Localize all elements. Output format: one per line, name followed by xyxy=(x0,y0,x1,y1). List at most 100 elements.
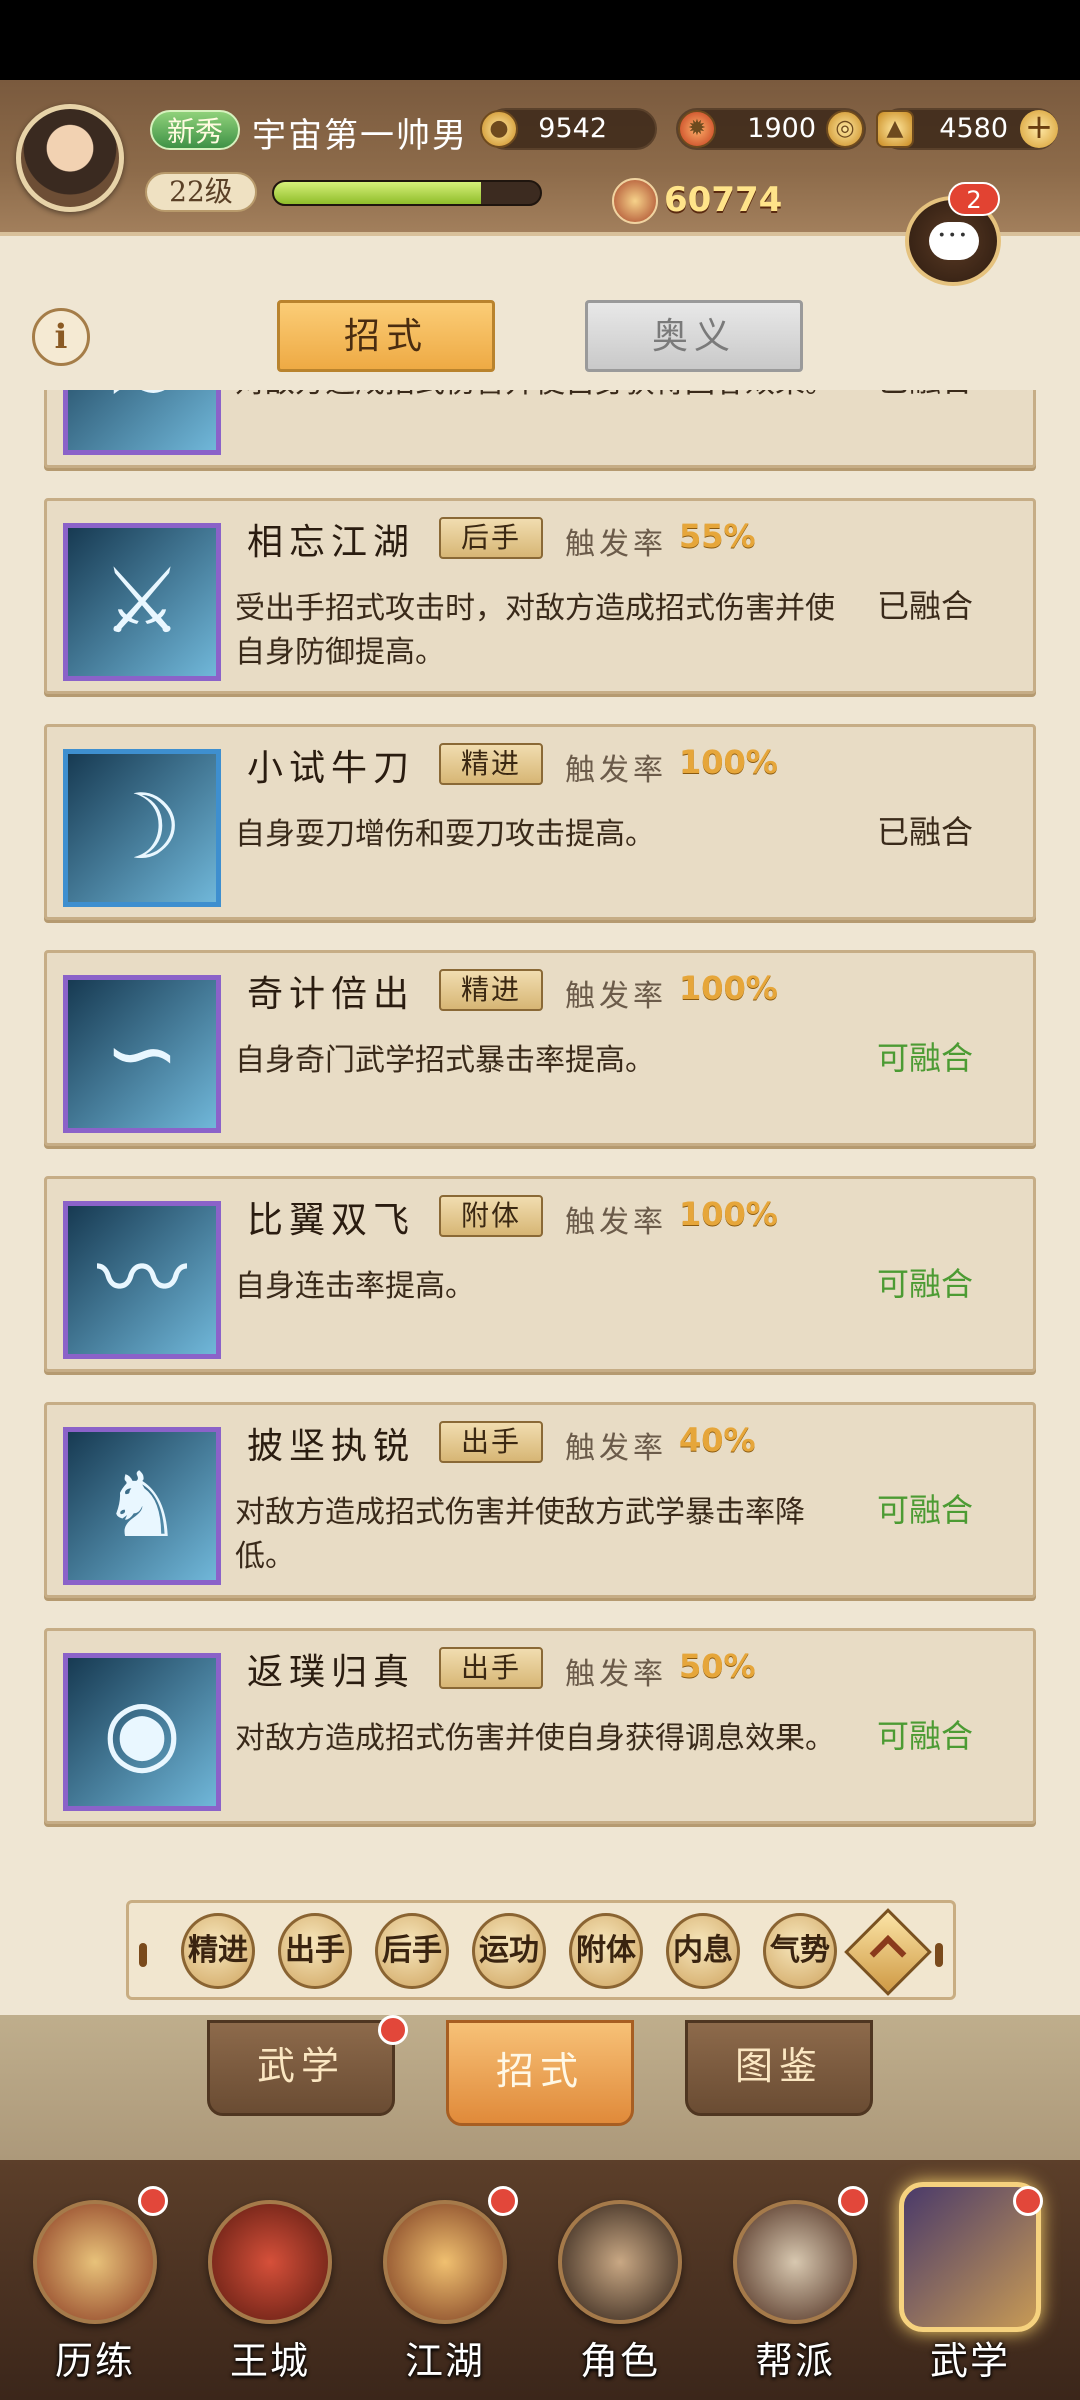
filter-chip[interactable]: 附体 xyxy=(569,1913,643,1989)
fusion-status: 已融合 xyxy=(877,813,974,851)
nav-label: 江湖 xyxy=(404,2339,485,2383)
spirit-value: 1900 xyxy=(747,113,816,144)
nav-label: 武学 xyxy=(929,2339,1010,2383)
skill-name: 奇计倍出 xyxy=(247,974,416,1015)
filter-chip[interactable]: 精进 xyxy=(181,1913,255,1989)
skill-card[interactable]: ◉ 返璞归真 出手 触发率 50% 对敌方造成招式伤害并使自身获得调息效果。 可… xyxy=(44,1628,1036,1824)
flame-icon: ✹ xyxy=(678,110,716,148)
skill-type-tag: 后手 xyxy=(439,517,543,559)
trigger-rate-label: 触发率 xyxy=(565,527,667,562)
trigger-rate-value: 50% xyxy=(679,1647,756,1685)
skill-description: 受出手招式攻击时，对敌方造成招式伤害并使自身防御提高。 xyxy=(235,591,835,670)
exp-bar xyxy=(272,180,542,206)
nav-item[interactable]: 历练 xyxy=(20,2182,170,2392)
rank-badge: 新秀 xyxy=(150,110,240,150)
trigger-rate-value: 55% xyxy=(679,517,756,555)
notification-dot xyxy=(378,2015,408,2045)
tab-mysteries[interactable]: 奥义 xyxy=(585,300,803,372)
exp-bar-fill xyxy=(274,182,482,204)
filter-chip[interactable]: 内息 xyxy=(666,1913,740,1989)
skill-description: 自身奇门武学招式暴击率提高。 xyxy=(235,1043,655,1078)
nav-item[interactable]: 王城 xyxy=(195,2182,345,2392)
skill-card[interactable]: ♞ 披坚执锐 出手 触发率 40% 对敌方造成招式伤害并使敌方武学暴击率降低。 … xyxy=(44,1402,1036,1598)
notification-dot xyxy=(1013,2186,1043,2216)
nav-item[interactable]: 武学 xyxy=(895,2182,1045,2392)
fusion-status[interactable]: 可融合 xyxy=(877,1259,973,1305)
filter-chip[interactable]: 出手 xyxy=(278,1913,352,1989)
trigger-rate-value: 100% xyxy=(679,969,778,1007)
skill-list[interactable]: ≈ 如水长流 出手 触发率 60% 对敌方造成招式伤害并使自身获得回春效果。 已… xyxy=(0,390,1080,1872)
fusion-status[interactable]: 可融合 xyxy=(877,1485,973,1531)
skill-glyph: ⚔ xyxy=(101,549,183,654)
skill-type-tag: 出手 xyxy=(439,1647,543,1689)
skill-glyph: ♞ xyxy=(101,1453,183,1558)
trigger-rate-value: 100% xyxy=(679,1195,778,1233)
wing-icon: 〰 xyxy=(63,1201,221,1359)
add-gold-button[interactable]: + xyxy=(1020,110,1058,148)
skill-glyph: ≈ xyxy=(68,390,216,450)
nav-label: 历练 xyxy=(54,2339,135,2383)
gold-value: 4580 xyxy=(939,113,1008,144)
filter-bar: 精进 出手 后手 运功 附体 内息 气势 xyxy=(126,1900,956,2000)
nav-label: 角色 xyxy=(579,2339,660,2383)
coin-value: 9542 xyxy=(538,113,607,144)
player-avatar[interactable] xyxy=(16,104,124,212)
tab-moves[interactable]: 招式 xyxy=(277,300,495,372)
player-level: 22级 xyxy=(145,172,257,212)
skill-glyph: ☽ xyxy=(101,775,183,880)
chat-badge: 2 xyxy=(948,182,1000,216)
skill-name: 返璞归真 xyxy=(247,1652,416,1693)
chat-icon xyxy=(929,218,979,260)
skill-name: 小试牛刀 xyxy=(247,748,416,789)
filter-chip[interactable]: 气势 xyxy=(763,1913,837,1989)
armored-warrior-icon: ♞ xyxy=(63,1427,221,1585)
river-icon: ≈ xyxy=(63,390,221,455)
palace-icon xyxy=(208,2200,332,2324)
trigger-rate-label: 触发率 xyxy=(565,1657,667,1692)
skill-card[interactable]: ∽ 奇计倍出 精进 触发率 100% 自身奇门武学招式暴击率提高。 可融合 xyxy=(44,950,1036,1146)
skill-type-tag: 精进 xyxy=(439,743,543,785)
twin-swords-icon: ⚔ xyxy=(63,523,221,681)
nav-item[interactable]: 帮派 xyxy=(720,2182,870,2392)
nav-item[interactable]: 角色 xyxy=(545,2182,695,2392)
guild-icon xyxy=(733,2200,857,2324)
jade-ring-icon: ◉ xyxy=(63,1653,221,1811)
trigger-rate-label: 触发率 xyxy=(565,979,667,1014)
trigger-rate-value: 100% xyxy=(679,743,778,781)
combat-power-value: 60774 xyxy=(664,180,783,220)
fusion-status[interactable]: 可融合 xyxy=(877,1711,973,1757)
token-icon: ◎ xyxy=(826,110,864,148)
skill-type-tag: 精进 xyxy=(439,969,543,1011)
skill-card[interactable]: ≈ 如水长流 出手 触发率 60% 对敌方造成招式伤害并使自身获得回春效果。 已… xyxy=(44,390,1036,468)
filter-chip[interactable]: 运功 xyxy=(472,1913,546,1989)
skill-card[interactable]: ⚔ 相忘江湖 后手 触发率 55% 受出手招式攻击时，对敌方造成招式伤害并使自身… xyxy=(44,498,1036,694)
filter-chip[interactable]: 后手 xyxy=(375,1913,449,1989)
status-bar xyxy=(0,0,1080,80)
collapse-toggle-icon[interactable] xyxy=(844,1908,932,1996)
subtab-martial-arts[interactable]: 武学 xyxy=(207,2020,395,2116)
fusion-status[interactable]: 可融合 xyxy=(877,1033,973,1079)
trigger-rate-label: 触发率 xyxy=(565,1205,667,1240)
coin-icon: ● xyxy=(480,110,518,148)
skill-description: 自身连击率提高。 xyxy=(235,1269,475,1304)
skill-description: 对敌方造成招式伤害并使敌方武学暴击率降低。 xyxy=(235,1495,805,1574)
skill-glyph: ◉ xyxy=(102,1679,182,1784)
subtab-moves[interactable]: 招式 xyxy=(446,2020,634,2126)
notification-dot xyxy=(488,2186,518,2216)
gold-ingot-icon: ▲ xyxy=(876,110,914,148)
skill-type-tag: 附体 xyxy=(439,1195,543,1237)
skill-glyph: 〰 xyxy=(97,1227,187,1332)
bar-end-left xyxy=(139,1943,147,1967)
scroll-icon: ∽ xyxy=(63,975,221,1133)
skill-card[interactable]: ☽ 小试牛刀 精进 触发率 100% 自身耍刀增伤和耍刀攻击提高。 已融合 xyxy=(44,724,1036,920)
skill-name: 比翼双飞 xyxy=(247,1200,416,1241)
nav-item[interactable]: 江湖 xyxy=(370,2182,520,2392)
trigger-rate-label: 触发率 xyxy=(565,1431,667,1466)
subtab-compendium[interactable]: 图鉴 xyxy=(685,2020,873,2116)
character-icon xyxy=(558,2200,682,2324)
fusion-status: 已融合 xyxy=(877,390,973,401)
skill-type-tag: 出手 xyxy=(439,1421,543,1463)
info-button[interactable]: i xyxy=(32,308,90,366)
skill-card[interactable]: 〰 比翼双飞 附体 触发率 100% 自身连击率提高。 可融合 xyxy=(44,1176,1036,1372)
bar-end-right xyxy=(935,1943,943,1967)
